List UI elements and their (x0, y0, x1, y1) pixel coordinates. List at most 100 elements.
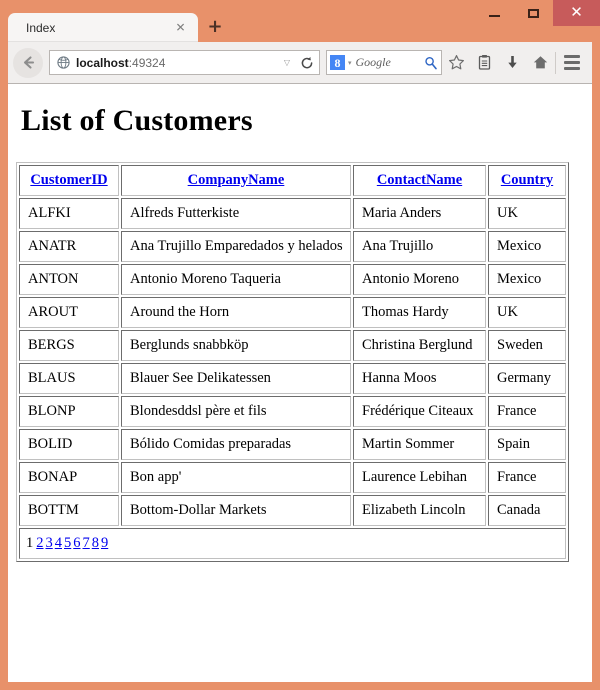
reload-icon (301, 56, 313, 68)
hamburger-menu-icon-bar (564, 67, 580, 70)
table-row: BERGS Berglunds snabbköp Christina Berglun… (19, 330, 566, 361)
cell-companyname: Alfreds Futterkiste (121, 198, 351, 229)
table-row: BONAP Bon app' Laurence Lebihan France (19, 462, 566, 493)
cell-country: Mexico (488, 231, 566, 262)
url-text: localhost:49324 (76, 56, 279, 70)
customers-table-body: ALFKI Alfreds Futterkiste Maria Anders UK AN… (19, 198, 566, 526)
cell-contactname: Ana Trujillo (353, 231, 486, 262)
hamburger-menu-icon-bar (564, 55, 580, 58)
reload-button[interactable] (295, 56, 319, 70)
cell-customerid: BERGS (19, 330, 119, 361)
cell-companyname: Ana Trujillo Emparedados y helados (121, 231, 351, 262)
url-port-path: :49324 (128, 55, 166, 70)
back-button[interactable] (13, 47, 43, 78)
column-header-customerid: CustomerID (19, 165, 119, 196)
cell-country: UK (488, 198, 566, 229)
cell-contactname: Frédérique Citeaux (353, 396, 486, 427)
cell-customerid: BLONP (19, 396, 119, 427)
sort-link-contactname[interactable]: ContactName (377, 172, 462, 188)
maximize-button[interactable] (514, 0, 553, 26)
cell-companyname: Antonio Moreno Taqueria (121, 264, 351, 295)
close-icon: ✕ (570, 3, 583, 21)
url-host: localhost (76, 55, 129, 70)
star-icon (448, 55, 464, 70)
cell-contactname: Maria Anders (353, 198, 486, 229)
minimize-button[interactable] (475, 0, 514, 26)
pagination-link[interactable]: 2 (36, 535, 43, 551)
reading-list-button[interactable] (470, 48, 498, 78)
bookmark-star-button[interactable] (442, 48, 470, 78)
table-header-row: CustomerID CompanyName ContactName Count… (19, 165, 566, 196)
cell-contactname: Christina Berglund (353, 330, 486, 361)
browser-window: ✕ Index ✕ + localhost:49324 ▽ 8 ▾ Google… (0, 0, 600, 690)
pagination-link[interactable]: 3 (46, 535, 53, 551)
hamburger-menu-button[interactable] (557, 48, 587, 78)
cell-country: France (488, 396, 566, 427)
cell-country: Germany (488, 363, 566, 394)
magnifier-icon[interactable] (421, 56, 441, 70)
url-bar[interactable]: localhost:49324 ▽ (49, 50, 320, 75)
pagination-link[interactable]: 6 (73, 535, 80, 551)
chevron-down-icon[interactable]: ▽ (279, 58, 295, 67)
customers-table: CustomerID CompanyName ContactName Count… (16, 162, 569, 562)
cell-contactname: Elizabeth Lincoln (353, 495, 486, 526)
sort-link-customerid[interactable]: CustomerID (30, 172, 107, 188)
cell-companyname: Bon app' (121, 462, 351, 493)
column-header-companyname: CompanyName (121, 165, 351, 196)
cell-companyname: Bólido Comidas preparadas (121, 429, 351, 460)
table-row: BOTTM Bottom-Dollar Markets Elizabeth Linc… (19, 495, 566, 526)
search-input[interactable]: Google (356, 55, 421, 70)
cell-contactname: Thomas Hardy (353, 297, 486, 328)
pagination-link[interactable]: 9 (101, 535, 108, 551)
google-icon[interactable]: 8 (330, 55, 345, 70)
navigation-toolbar: localhost:49324 ▽ 8 ▾ Google (8, 42, 592, 84)
hamburger-menu-icon-bar (564, 61, 580, 64)
cell-country: Sweden (488, 330, 566, 361)
pagination: 123456789 (19, 528, 566, 559)
downloads-button[interactable] (498, 48, 526, 78)
cell-customerid: BONAP (19, 462, 119, 493)
close-window-button[interactable]: ✕ (553, 0, 600, 26)
cell-country: Canada (488, 495, 566, 526)
cell-country: Mexico (488, 264, 566, 295)
table-row: BOLID Bólido Comidas preparadas Martin Som… (19, 429, 566, 460)
search-bar[interactable]: 8 ▾ Google (326, 50, 442, 75)
chevron-down-icon[interactable]: ▾ (348, 59, 352, 67)
cell-country: Spain (488, 429, 566, 460)
new-tab-button[interactable]: + (202, 15, 228, 42)
back-arrow-icon (23, 56, 34, 69)
table-row: BLAUS Blauer See Delikatessen Hanna Moos Ge… (19, 363, 566, 394)
tab-close-icon[interactable]: ✕ (174, 21, 187, 34)
pagination-link[interactable]: 5 (64, 535, 71, 551)
cell-contactname: Martin Sommer (353, 429, 486, 460)
column-header-contactname: ContactName (353, 165, 486, 196)
cell-contactname: Laurence Lebihan (353, 462, 486, 493)
cell-customerid: ANATR (19, 231, 119, 262)
home-icon (533, 56, 547, 69)
table-row: ANTON Antonio Moreno Taqueria Antonio More… (19, 264, 566, 295)
table-row: ALFKI Alfreds Futterkiste Maria Anders UK (19, 198, 566, 229)
cell-contactname: Hanna Moos (353, 363, 486, 394)
sort-link-country[interactable]: Country (501, 172, 553, 188)
sort-link-companyname[interactable]: CompanyName (188, 172, 285, 188)
cell-customerid: BOTTM (19, 495, 119, 526)
maximize-icon (528, 8, 539, 18)
home-button[interactable] (526, 48, 554, 78)
tab-index[interactable]: Index ✕ (8, 13, 198, 42)
pagination-link[interactable]: 4 (55, 535, 62, 551)
globe-icon (56, 56, 70, 70)
cell-contactname: Antonio Moreno (353, 264, 486, 295)
title-bar: ✕ Index ✕ + (0, 0, 600, 42)
cell-companyname: Blondesddsl père et fils (121, 396, 351, 427)
cell-country: UK (488, 297, 566, 328)
window-controls: ✕ (475, 0, 600, 26)
cell-companyname: Berglunds snabbköp (121, 330, 351, 361)
pagination-link[interactable]: 7 (83, 535, 90, 551)
cell-customerid: AROUT (19, 297, 119, 328)
pagination-row: 123456789 (19, 528, 566, 559)
cell-customerid: BOLID (19, 429, 119, 460)
cell-companyname: Bottom-Dollar Markets (121, 495, 351, 526)
cell-companyname: Blauer See Delikatessen (121, 363, 351, 394)
tab-label: Index (26, 20, 56, 35)
pagination-link[interactable]: 8 (92, 535, 99, 551)
